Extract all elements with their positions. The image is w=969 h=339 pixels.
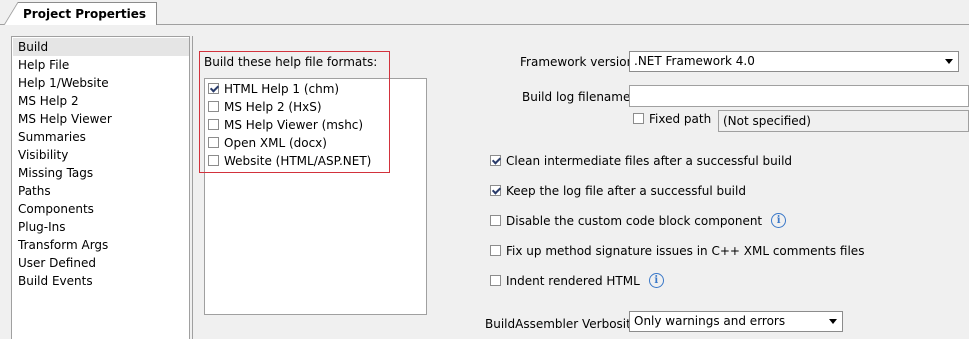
build-log-label: Build log filename (522, 90, 631, 104)
category-list[interactable]: Build Help File Help 1/Website MS Help 2… (11, 36, 190, 339)
checkbox-icon[interactable] (490, 245, 501, 256)
sidebar-item-components[interactable]: Components (18, 200, 94, 218)
verbosity-value: Only warnings and errors (634, 314, 786, 328)
sidebar-item-plug-ins[interactable]: Plug-Ins (18, 218, 66, 236)
sidebar-item-help1-website[interactable]: Help 1/Website (18, 74, 109, 92)
build-log-input[interactable] (629, 85, 969, 107)
fixed-path-label: Fixed path (649, 112, 712, 126)
sidebar-item-ms-help-viewer[interactable]: MS Help Viewer (18, 110, 112, 128)
sidebar-item-transform-args[interactable]: Transform Args (18, 236, 108, 254)
sidebar-item-summaries[interactable]: Summaries (18, 128, 86, 146)
chevron-down-icon (945, 59, 953, 64)
info-icon[interactable]: i (771, 213, 787, 228)
sidebar-item-ms-help-2[interactable]: MS Help 2 (18, 92, 79, 110)
option-label: Indent rendered HTML (506, 274, 640, 288)
highlight-box (199, 51, 390, 173)
option-indent-html[interactable]: Indent rendered HTML i (490, 272, 664, 290)
sidebar-item-user-defined[interactable]: User Defined (18, 254, 96, 272)
framework-version-dropdown[interactable]: .NET Framework 4.0 (629, 51, 959, 72)
checkbox-checked-icon[interactable] (490, 155, 501, 166)
tab-project-properties[interactable]: Project Properties (3, 2, 157, 25)
checkbox-icon[interactable] (490, 275, 501, 286)
option-label: Fix up method signature issues in C++ XM… (506, 244, 865, 258)
sidebar-item-help-file[interactable]: Help File (18, 56, 69, 74)
fixed-path-checkbox[interactable]: Fixed path (633, 110, 711, 128)
checkbox-icon[interactable] (633, 113, 644, 124)
verbosity-label: BuildAssembler Verbosity (485, 317, 638, 331)
chevron-down-icon (829, 319, 837, 324)
sidebar-item-missing-tags[interactable]: Missing Tags (18, 164, 93, 182)
sidebar-item-visibility[interactable]: Visibility (18, 146, 68, 164)
checkbox-checked-icon[interactable] (490, 185, 501, 196)
framework-version-label: Framework version (520, 55, 635, 69)
path-display: (Not specified) (718, 110, 969, 132)
verbosity-dropdown[interactable]: Only warnings and errors (629, 311, 843, 332)
option-label: Disable the custom code block component (506, 214, 763, 228)
option-label: Keep the log file after a successful bui… (506, 184, 746, 198)
framework-version-value: .NET Framework 4.0 (634, 54, 755, 68)
option-disable-code-block[interactable]: Disable the custom code block component i (490, 212, 787, 230)
option-keep-log[interactable]: Keep the log file after a successful bui… (490, 182, 746, 200)
option-label: Clean intermediate files after a success… (506, 154, 793, 168)
checkbox-icon[interactable] (490, 215, 501, 226)
sidebar-item-paths[interactable]: Paths (18, 182, 51, 200)
tab-label: Project Properties (23, 7, 146, 21)
sidebar-item-build[interactable]: Build (18, 38, 48, 56)
option-fix-method-signature[interactable]: Fix up method signature issues in C++ XM… (490, 242, 864, 260)
option-clean-intermediate[interactable]: Clean intermediate files after a success… (490, 152, 792, 170)
path-display-value: (Not specified) (723, 114, 811, 128)
pane-divider (192, 36, 193, 339)
info-icon[interactable]: i (648, 273, 664, 288)
sidebar-item-build-events[interactable]: Build Events (18, 272, 93, 290)
